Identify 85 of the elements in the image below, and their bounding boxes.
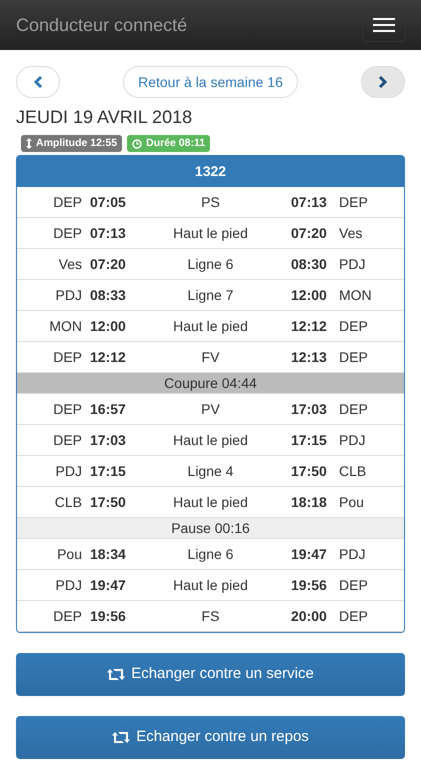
trip-label: Haut le pied xyxy=(172,316,249,336)
departure-stop: DEP xyxy=(53,400,82,418)
trip-label: Ligne 6 xyxy=(186,254,234,274)
arrival-stop: Pou xyxy=(339,492,364,512)
arrival-stop: CLB xyxy=(339,462,366,480)
arrival-time: 17:03 xyxy=(291,400,328,418)
arrival-time: 19:56 xyxy=(291,576,328,594)
arrival-time: 20:00 xyxy=(291,606,328,626)
menu-button[interactable] xyxy=(362,8,406,42)
pause-row: Pause 00:16 xyxy=(17,518,404,539)
arrival-time: 12:12 xyxy=(291,316,328,336)
departure-stop: DEP xyxy=(53,430,82,450)
trip-label: Haut le pied xyxy=(172,224,249,243)
departure-time: 07:13 xyxy=(90,224,127,242)
back-to-week-button[interactable]: Retour à la semaine 16 xyxy=(123,66,298,98)
departure-time: 19:56 xyxy=(90,606,127,626)
trip-label: Ligne 4 xyxy=(186,462,234,481)
arrival-stop: DEP xyxy=(339,576,368,594)
arrival-time: 07:20 xyxy=(291,224,328,242)
arrival-stop: Ves xyxy=(339,224,362,242)
departure-stop: DEP xyxy=(53,348,82,366)
exchange-button[interactable]: Echanger contre un service xyxy=(16,653,405,696)
departure-stop: DEP xyxy=(53,606,82,626)
trip-label: PS xyxy=(200,192,221,212)
departure-time: 19:47 xyxy=(90,576,127,594)
exchange-button[interactable]: Echanger contre un repos xyxy=(16,716,405,759)
arrival-stop: MON xyxy=(339,286,372,304)
departure-time: 07:05 xyxy=(90,192,127,212)
trip-label: FV xyxy=(200,348,220,366)
trip-label: Ligne 7 xyxy=(186,286,234,305)
swap-icon xyxy=(107,668,126,681)
arrival-stop: PDJ xyxy=(339,430,366,450)
arrival-time: 12:13 xyxy=(291,348,328,366)
arrival-time: 19:47 xyxy=(291,544,328,564)
departure-time: 17:15 xyxy=(90,462,127,480)
departure-time: 17:03 xyxy=(90,430,127,450)
menu-icon xyxy=(373,18,395,32)
departure-stop: PDJ xyxy=(56,286,82,304)
arrival-time: 07:13 xyxy=(291,192,328,212)
amplitude-badge: Amplitude 12:55 xyxy=(21,135,122,152)
chevron-right-icon xyxy=(378,76,388,88)
arrival-time: 18:18 xyxy=(291,492,328,512)
service-number: 1322 xyxy=(17,156,404,187)
arrival-stop: DEP xyxy=(339,316,368,336)
departure-stop: DEP xyxy=(53,224,82,242)
arrival-stop: PDJ xyxy=(339,544,366,564)
app-title: Conducteur connecté xyxy=(16,14,188,36)
arrival-stop: DEP xyxy=(339,348,368,366)
arrival-stop: PDJ xyxy=(339,254,366,274)
departure-time: 08:33 xyxy=(90,286,127,304)
trip-label: Haut le pied xyxy=(172,430,249,450)
departure-time: 17:50 xyxy=(90,492,127,512)
departure-time: 12:00 xyxy=(90,316,127,336)
clock-icon xyxy=(132,138,142,148)
arrival-time: 12:00 xyxy=(291,286,328,304)
departure-stop: MON xyxy=(49,316,82,336)
arrival-time: 08:30 xyxy=(291,254,328,274)
departure-time: 16:57 xyxy=(90,400,127,418)
departure-time: 18:34 xyxy=(90,544,127,564)
departure-stop: CLB xyxy=(54,492,82,512)
arrival-stop: DEP xyxy=(339,606,368,626)
trip-label: Ligne 6 xyxy=(186,544,234,564)
duration-badge: Durée 08:11 xyxy=(127,135,210,152)
departure-stop: PDJ xyxy=(56,576,82,594)
arrival-stop: DEP xyxy=(339,400,368,418)
trip-label: Haut le pied xyxy=(172,576,249,595)
vertical-arrows-icon xyxy=(26,138,32,149)
swap-icon xyxy=(112,731,130,744)
departure-time: 12:12 xyxy=(90,348,127,366)
previous-button[interactable] xyxy=(16,66,60,98)
break-row: Coupure 04:44 xyxy=(17,373,404,394)
date-heading: JEUDI 19 AVRIL 2018 xyxy=(16,106,194,129)
departure-stop: Ves xyxy=(58,254,82,274)
departure-time: 07:20 xyxy=(90,254,127,274)
arrival-time: 17:15 xyxy=(291,430,328,450)
trip-label: Haut le pied xyxy=(172,492,249,512)
departure-stop: Pou xyxy=(57,544,82,564)
arrival-stop: DEP xyxy=(339,192,368,212)
chevron-left-icon xyxy=(34,76,42,88)
next-button[interactable] xyxy=(360,66,405,98)
departure-stop: DEP xyxy=(53,192,82,212)
trip-label: FS xyxy=(200,606,220,626)
trip-label: PV xyxy=(200,400,221,418)
arrival-time: 17:50 xyxy=(291,462,328,480)
departure-stop: PDJ xyxy=(56,462,82,480)
